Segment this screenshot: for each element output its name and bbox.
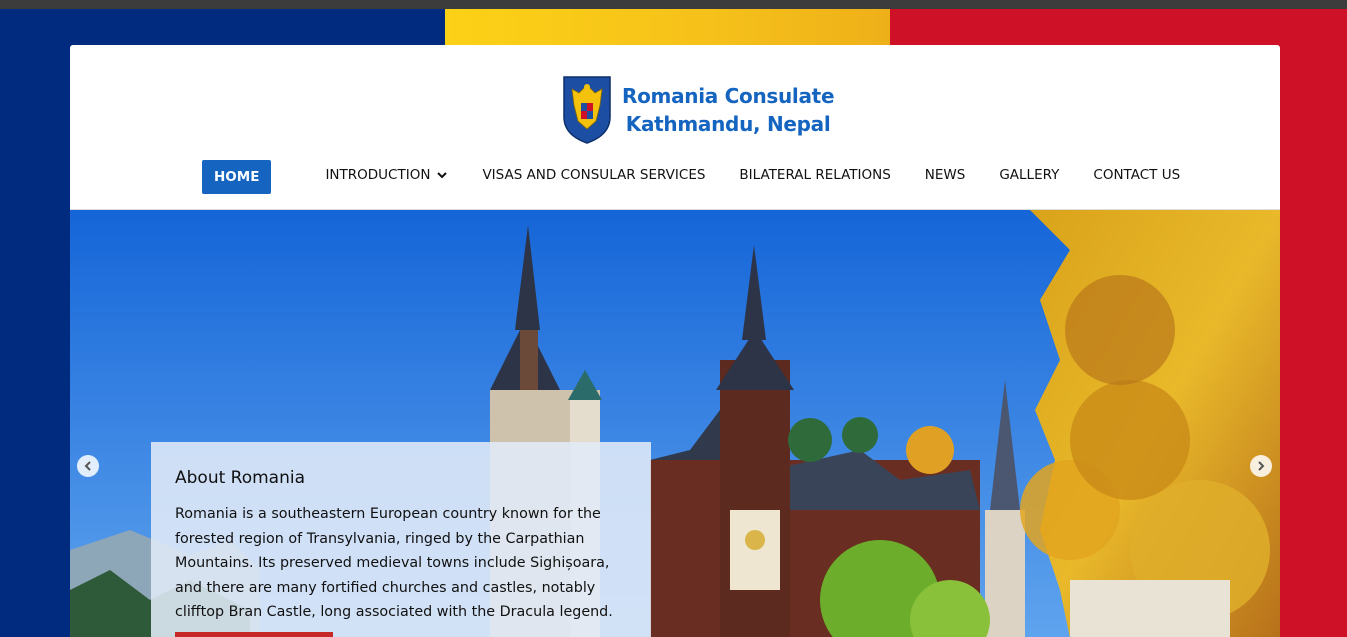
read-more-button[interactable]	[175, 632, 333, 637]
site-title-line2: Kathmandu, Nepal	[625, 112, 831, 136]
carousel-next-button[interactable]	[1250, 455, 1272, 477]
site-title: Romania Consulate Kathmandu, Nepal	[622, 82, 835, 138]
nav-introduction-label: INTRODUCTION	[325, 167, 431, 183]
nav-gallery[interactable]: GALLERY	[999, 158, 1059, 192]
nav-visas-label: VISAS AND CONSULAR SERVICES	[482, 167, 706, 183]
nav-home[interactable]: HOME	[202, 159, 272, 194]
nav-contact-label: CONTACT US	[1093, 167, 1181, 183]
hero-carousel: About Romania Romania is a southeastern …	[70, 209, 1280, 637]
hero-caption: About Romania Romania is a southeastern …	[151, 442, 651, 637]
chevron-right-icon	[1258, 461, 1265, 471]
nav-bilateral-relations[interactable]: BILATERAL RELATIONS	[739, 158, 890, 192]
nav-gallery-label: GALLERY	[999, 167, 1060, 183]
nav-news[interactable]: NEWS	[925, 158, 966, 192]
browser-top-strip	[0, 0, 1347, 9]
nav-news-label: NEWS	[924, 167, 966, 183]
nav-home-label: HOME	[214, 168, 260, 185]
nav-contact-us[interactable]: CONTACT US	[1093, 158, 1180, 192]
site-title-line1: Romania Consulate	[622, 84, 835, 108]
carousel-prev-button[interactable]	[77, 455, 99, 477]
caption-title: About Romania	[175, 468, 306, 488]
coat-of-arms-icon	[563, 76, 611, 144]
main-nav: HOME INTRODUCTION VISAS AND CONSULAR SER…	[202, 158, 1214, 194]
caption-text: Romania is a southeastern European count…	[175, 506, 613, 620]
nav-visas[interactable]: VISAS AND CONSULAR SERVICES	[482, 158, 705, 192]
nav-bilateral-label: BILATERAL RELATIONS	[739, 167, 891, 183]
chevron-left-icon	[84, 461, 91, 471]
chevron-down-icon	[437, 172, 448, 179]
site-brand[interactable]: Romania Consulate Kathmandu, Nepal	[562, 75, 835, 145]
nav-introduction[interactable]: INTRODUCTION	[325, 158, 448, 192]
page-card: Romania Consulate Kathmandu, Nepal HOME …	[70, 45, 1280, 637]
